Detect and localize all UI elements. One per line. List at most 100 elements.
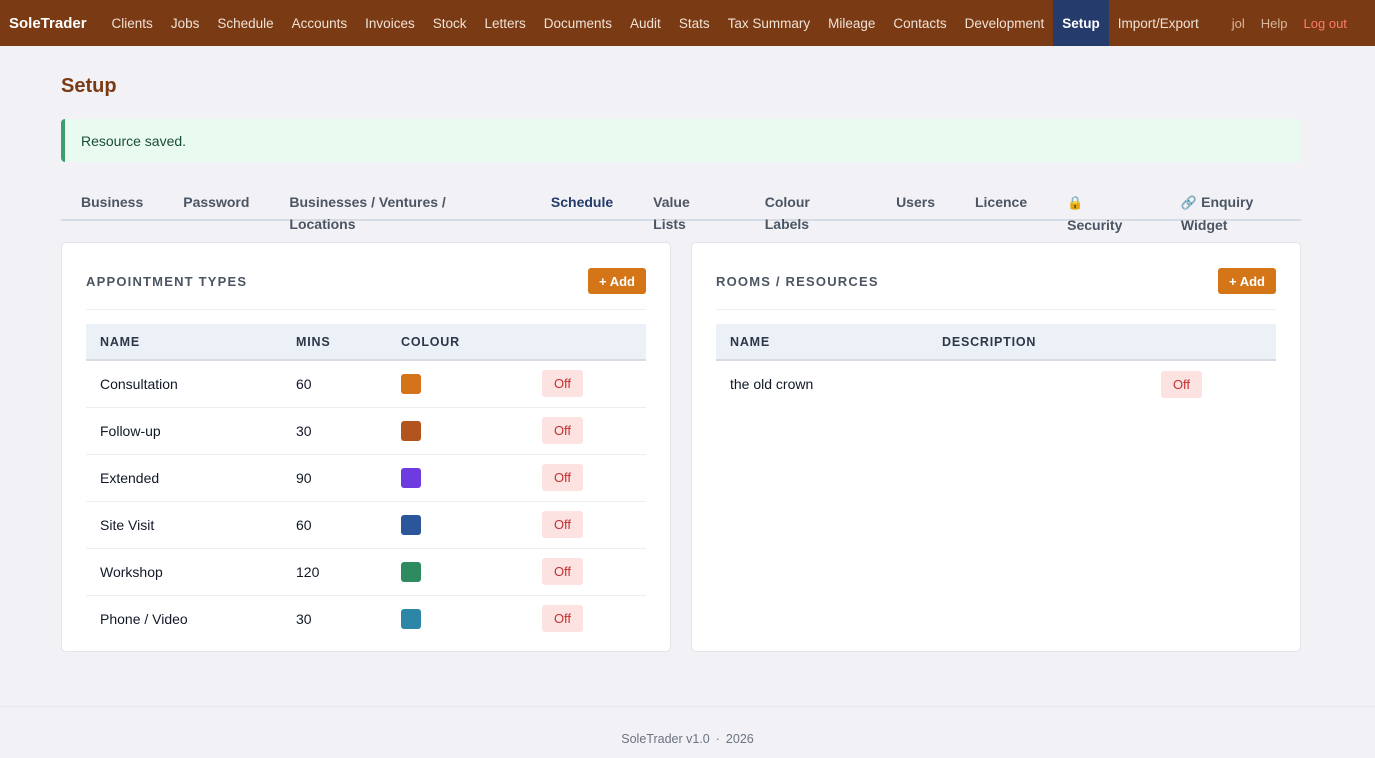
table-row: Follow-up 30 Off	[86, 407, 646, 455]
col-name-header: NAME	[716, 324, 928, 361]
colour-swatch[interactable]	[401, 561, 421, 582]
colour-swatch[interactable]	[401, 514, 421, 535]
tab-label: Schedule	[550, 194, 614, 210]
nav-item-tax-summary[interactable]: Tax Summary	[719, 0, 820, 46]
tab-label: Value Lists	[653, 194, 690, 232]
colour-swatch[interactable]	[401, 608, 421, 629]
nav-item-audit[interactable]: Audit	[621, 0, 670, 46]
tab-password[interactable]: Password	[183, 184, 249, 221]
nav-item-contacts[interactable]: Contacts	[884, 0, 955, 46]
nav-item-schedule[interactable]: Schedule	[208, 0, 282, 46]
user-menu[interactable]: jol	[1224, 0, 1253, 46]
col-actions-header	[528, 324, 646, 361]
main-content: Setup Resource saved. Business Password Bu…	[61, 46, 1301, 652]
tab-value-lists[interactable]: Value Lists	[653, 184, 725, 232]
footer: SoleTrader v1.0 · 2026	[0, 706, 1375, 758]
appointment-colour	[387, 501, 528, 549]
nav-item-letters[interactable]: Letters	[475, 0, 534, 46]
appointment-actions: Off	[528, 454, 646, 502]
nav-menu: Clients Jobs Schedule Accounts Invoices Stock…	[103, 0, 1208, 46]
col-actions-header	[1147, 324, 1276, 361]
footer-product: SoleTrader v1.0	[621, 732, 710, 746]
off-toggle-button[interactable]: Off	[542, 511, 583, 538]
appointment-mins: 30	[296, 610, 312, 627]
col-colour-header: COLOUR	[387, 324, 528, 361]
add-appointment-type-button[interactable]: + Add	[588, 268, 646, 294]
tab-label: Licence	[974, 194, 1028, 210]
off-toggle-button[interactable]: Off	[542, 558, 583, 585]
footer-separator: ·	[715, 732, 720, 746]
off-toggle-button[interactable]: Off	[542, 417, 583, 444]
tab-schedule[interactable]: Schedule	[551, 184, 613, 221]
appointment-mins: 90	[282, 454, 387, 502]
appointment-types-table: NAME MINS COLOUR Consultation 60 Off Follow…	[86, 324, 646, 642]
tab-label: Password	[183, 194, 250, 210]
tab-colour-labels[interactable]: Colour Labels	[765, 184, 856, 232]
nav-item-accounts[interactable]: Accounts	[283, 0, 357, 46]
nav-item-invoices[interactable]: Invoices	[356, 0, 424, 46]
tab-enquiry-widget[interactable]: 🔗 Enquiry Widget	[1181, 184, 1301, 233]
tab-label: Colour Labels	[764, 194, 810, 232]
nav-item-import-export[interactable]: Import/Export	[1109, 0, 1208, 46]
table-row: the old crown Off	[716, 360, 1276, 407]
appointment-colour	[387, 548, 528, 596]
logout-link[interactable]: Log out	[1296, 0, 1355, 46]
table-row: Extended 90 Off	[86, 454, 646, 502]
table-row: Consultation 60 Off	[86, 360, 646, 408]
nav-right: jol Help Log out	[1224, 0, 1355, 46]
col-mins-header: MINS	[282, 324, 387, 361]
appointment-actions: Off	[528, 501, 646, 549]
appointment-actions: Off	[528, 407, 646, 455]
appointment-name: Follow-up	[86, 407, 282, 455]
setup-tabs: Business Password Businesses / Ventures / …	[61, 184, 1301, 233]
nav-item-stats[interactable]: Stats	[670, 0, 719, 46]
tab-security[interactable]: 🔒 Security	[1067, 184, 1141, 233]
appointment-actions: Off	[528, 595, 646, 642]
tab-label: Security	[1067, 217, 1123, 233]
appointment-colour	[387, 360, 528, 408]
table-row: Site Visit 60 Off	[86, 501, 646, 549]
appointment-colour	[387, 595, 528, 642]
resource-actions: Off	[1147, 360, 1276, 407]
appointment-types-panel: APPOINTMENT TYPES + Add NAME MINS COLOUR…	[61, 242, 671, 652]
nav-item-development[interactable]: Development	[956, 0, 1054, 46]
appointment-name: Workshop	[86, 548, 282, 596]
rooms-resources-table: NAME DESCRIPTION the old crown Off	[716, 324, 1276, 407]
table-row: Phone / Video 30 Off	[86, 595, 646, 642]
col-description-header: DESCRIPTION	[928, 324, 1147, 361]
add-resource-button[interactable]: + Add	[1218, 268, 1276, 294]
off-toggle-button[interactable]: Off	[542, 370, 583, 398]
resource-name: the old crown	[730, 376, 814, 392]
tab-licence[interactable]: Licence	[975, 184, 1027, 221]
colour-swatch[interactable]	[401, 467, 421, 488]
nav-item-documents[interactable]: Documents	[535, 0, 621, 46]
page-title: Setup	[61, 75, 117, 97]
colour-swatch[interactable]	[401, 420, 421, 441]
nav-item-setup[interactable]: Setup	[1053, 0, 1109, 46]
nav-item-clients[interactable]: Clients	[103, 0, 162, 46]
tab-users[interactable]: Users	[896, 184, 935, 221]
tab-business[interactable]: Business	[81, 184, 143, 221]
appointment-actions: Off	[528, 548, 646, 596]
appointment-name: Consultation	[86, 360, 282, 408]
nav-item-stock[interactable]: Stock	[424, 0, 476, 46]
brand-logo[interactable]: SoleTrader	[9, 0, 87, 46]
success-alert: Resource saved.	[61, 119, 1301, 162]
tab-label: Businesses / Ventures / Locations	[289, 194, 446, 232]
appointment-types-title: APPOINTMENT TYPES	[86, 273, 248, 289]
off-toggle-button[interactable]: Off	[542, 605, 583, 633]
tab-businesses-ventures-locations[interactable]: Businesses / Ventures / Locations	[289, 184, 511, 232]
table-row: Workshop 120 Off	[86, 548, 646, 596]
colour-swatch[interactable]	[401, 373, 421, 394]
nav-item-jobs[interactable]: Jobs	[162, 0, 209, 46]
top-nav: SoleTrader Clients Jobs Schedule Accounts In…	[0, 0, 1375, 46]
footer-year: 2026	[725, 732, 754, 746]
off-toggle-button[interactable]: Off	[1161, 370, 1202, 398]
help-link[interactable]: Help	[1253, 0, 1296, 46]
nav-item-mileage[interactable]: Mileage	[819, 0, 884, 46]
tab-label: Business	[81, 194, 144, 210]
appointment-mins: 60	[282, 360, 387, 408]
appointment-actions: Off	[528, 360, 646, 408]
appointment-name: Extended	[86, 454, 282, 502]
off-toggle-button[interactable]: Off	[542, 464, 583, 491]
